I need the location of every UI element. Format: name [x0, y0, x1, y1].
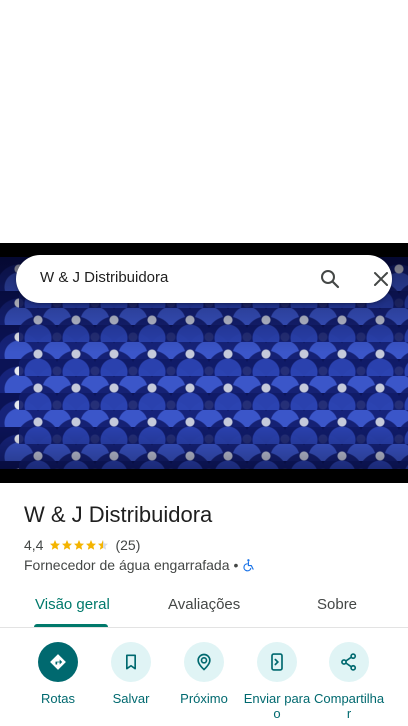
tab-bar: Visão geral Avaliações Sobre [0, 584, 408, 628]
search-bar[interactable]: W & J Distribuidora [16, 255, 392, 303]
close-icon[interactable] [369, 267, 393, 291]
search-query[interactable]: W & J Distribuidora [40, 269, 168, 286]
star-rating [49, 538, 109, 552]
tab-about[interactable]: Sobre [317, 596, 357, 613]
nearby-button[interactable]: Próximo [169, 642, 239, 706]
half-star-icon [97, 538, 109, 552]
star-icon [49, 538, 61, 552]
send-to-phone-label: Enviar para o [243, 691, 311, 721]
directions-icon[interactable] [38, 642, 78, 682]
wheelchair-accessible-icon [242, 558, 256, 572]
category-row: Fornecedor de água engarrafada • [24, 557, 256, 573]
directions-button[interactable]: Rotas [23, 642, 93, 706]
place-category: Fornecedor de água engarrafada [24, 557, 230, 573]
active-tab-indicator [34, 624, 108, 627]
search-icon[interactable] [318, 267, 342, 291]
share-button[interactable]: Compartilha r [314, 642, 384, 721]
directions-label: Rotas [41, 691, 75, 706]
rating-value: 4,4 [24, 537, 44, 553]
photo-border-bottom [0, 469, 408, 483]
star-icon [73, 538, 85, 552]
place-title: W & J Distribuidora [24, 502, 213, 527]
save-label: Salvar [112, 691, 150, 706]
save-button[interactable]: Salvar [96, 642, 166, 706]
bookmark-icon[interactable] [111, 642, 151, 682]
blank-area [0, 0, 408, 243]
nearby-label: Próximo [180, 691, 228, 706]
review-count[interactable]: (25) [115, 537, 140, 553]
action-bar: Rotas Salvar Próximo Enviar para o Compa… [0, 640, 408, 726]
share-icon[interactable] [329, 642, 369, 682]
nearby-icon[interactable] [184, 642, 224, 682]
tab-overview[interactable]: Visão geral [35, 596, 110, 613]
share-label: Compartilha r [314, 691, 385, 721]
star-icon [61, 538, 73, 552]
star-icon [85, 538, 97, 552]
separator-dot: • [233, 557, 239, 573]
send-to-phone-button[interactable]: Enviar para o [242, 642, 312, 721]
rating-row[interactable]: 4,4 (25) [24, 536, 140, 554]
send-to-phone-icon[interactable] [257, 642, 297, 682]
tab-reviews[interactable]: Avaliações [168, 596, 240, 613]
